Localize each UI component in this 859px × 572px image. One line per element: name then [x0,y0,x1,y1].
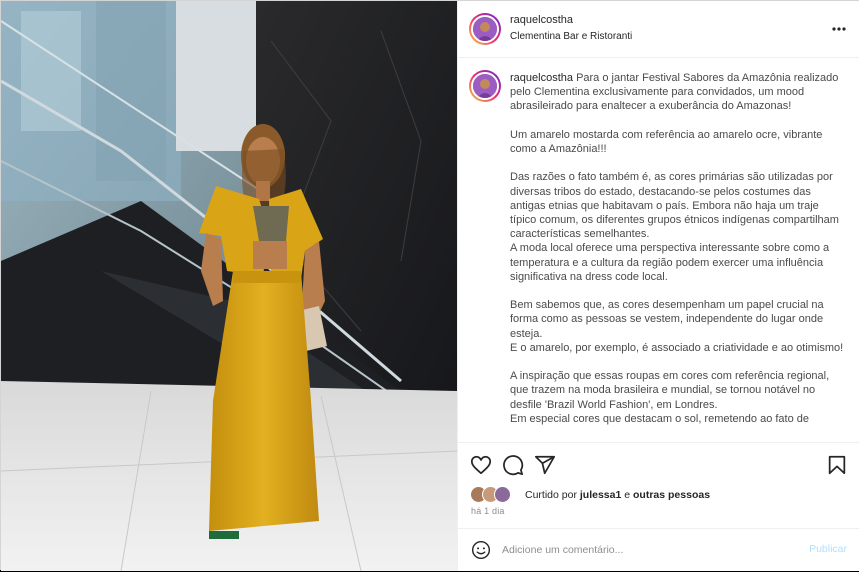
likes-others[interactable]: outras pessoas [633,489,710,501]
heart-icon[interactable] [470,454,492,476]
likes-text: Curtido por julessa1 e outras pessoas [525,489,710,501]
more-options-icon[interactable] [831,21,847,37]
author-avatar[interactable] [469,13,501,45]
photo-illustration [1,1,457,571]
comment-bar: Publicar [458,528,859,571]
likes-prefix: Curtido por [525,489,580,501]
comment-icon[interactable] [502,454,524,476]
caption-section: raquelcostha Para o jantar Festival Sabo… [458,58,859,442]
post-modal: raquelcostha Clementina Bar e Ristoranti [0,0,859,571]
post-caption: raquelcostha Para o jantar Festival Sabo… [510,71,845,426]
liker-avatar [494,486,511,503]
post-photo[interactable] [1,1,457,571]
liker-username[interactable]: julessa1 [580,489,621,501]
bookmark-icon[interactable] [826,454,848,476]
caption-avatar[interactable] [469,70,501,102]
post-sidebar: raquelcostha Clementina Bar e Ristoranti [457,1,859,571]
avatar-photo [473,74,497,98]
post-timestamp[interactable]: há 1 dia [471,506,505,516]
post-location[interactable]: Clementina Bar e Ristoranti [510,31,632,42]
caption-username[interactable]: raquelcostha [510,72,573,84]
publish-button[interactable]: Publicar [809,543,847,555]
comment-input[interactable] [502,540,792,560]
post-header: raquelcostha Clementina Bar e Ristoranti [458,1,859,58]
share-icon[interactable] [534,454,556,476]
likes-middle: e [621,489,633,501]
caption-text: Para o jantar Festival Sabores da Amazôn… [510,72,844,425]
avatar-photo [473,17,497,41]
emoji-icon[interactable] [471,540,491,560]
author-username[interactable]: raquelcostha [510,14,573,26]
